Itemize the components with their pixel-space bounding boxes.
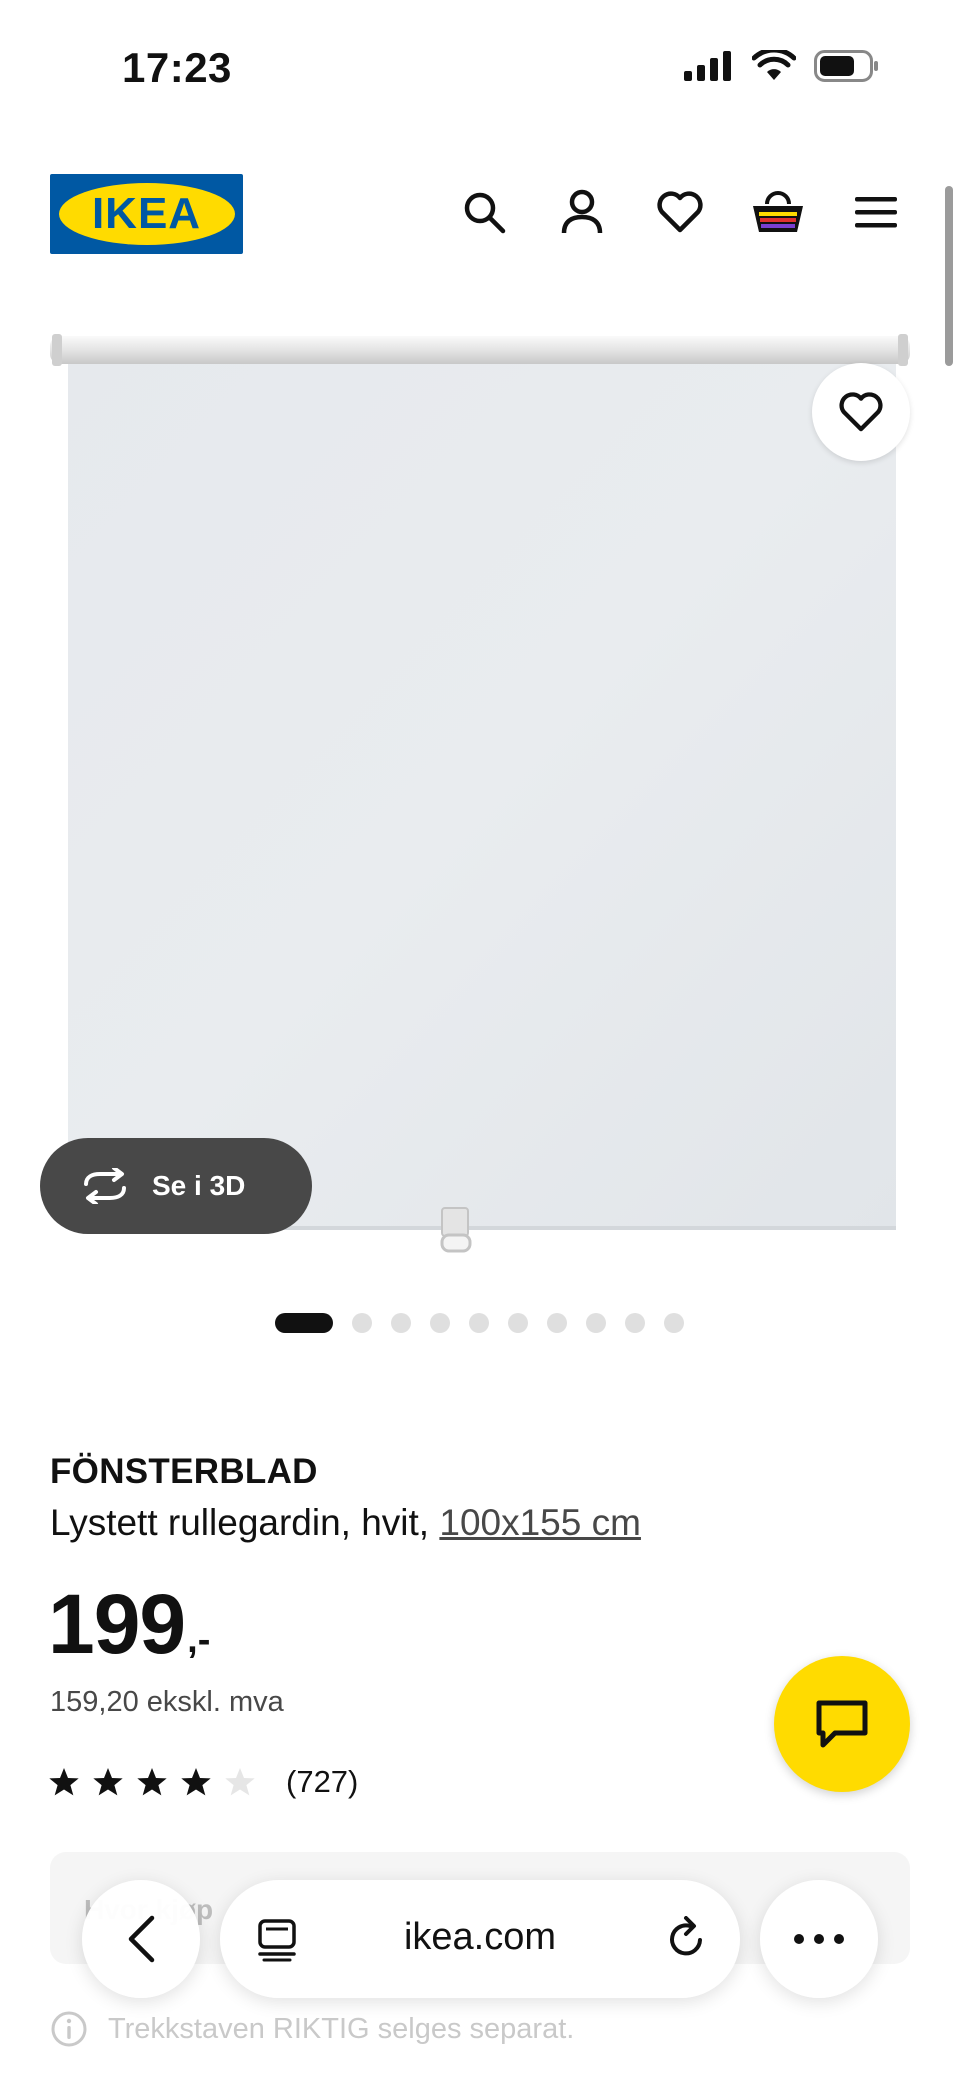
product-rating[interactable]: (727) — [48, 1764, 358, 1800]
carousel-dot[interactable] — [664, 1313, 684, 1333]
carousel-dot[interactable] — [391, 1313, 411, 1333]
info-icon — [51, 2011, 87, 2047]
info-notice: Trekkstaven RIKTIG selges separat. — [50, 2010, 574, 2048]
product-name: FÖNSTERBLAD — [50, 1452, 318, 1491]
heart-icon — [839, 392, 883, 432]
carousel-dot[interactable] — [508, 1313, 528, 1333]
ikea-logo[interactable]: IKEA — [50, 174, 243, 254]
chat-button[interactable] — [774, 1656, 910, 1792]
chevron-left-icon — [128, 1915, 155, 1963]
chat-icon — [816, 1700, 868, 1748]
info-text: Trekkstaven RIKTIG selges separat. — [108, 2012, 575, 2045]
carousel-dot[interactable] — [547, 1313, 567, 1333]
carousel-dots — [275, 1313, 684, 1333]
price-excl-vat: 159,20 ekskl. mva — [50, 1686, 284, 1718]
search-icon[interactable] — [456, 184, 512, 240]
product-description-text: Lystett rullegardin, hvit, — [50, 1502, 440, 1543]
carousel-dot[interactable] — [352, 1313, 372, 1333]
browser-address-bar[interactable]: ikea.com — [220, 1880, 740, 1998]
product-description: Lystett rullegardin, hvit, 100x155 cm — [50, 1502, 641, 1544]
status-time: 17:23 — [122, 44, 232, 91]
price-value: 199 — [48, 1577, 186, 1671]
menu-icon[interactable] — [848, 184, 904, 240]
rotate-3d-icon — [84, 1168, 126, 1204]
see-in-3d-button[interactable]: Se i 3D — [40, 1138, 312, 1234]
basket-icon[interactable] — [750, 184, 806, 240]
status-bar: 17:23 — [0, 0, 960, 140]
page-scrollbar[interactable] — [945, 186, 953, 366]
status-icons — [684, 50, 880, 82]
reload-icon[interactable] — [666, 1916, 708, 1962]
rating-count: (727) — [286, 1764, 359, 1799]
carousel-dot[interactable] — [469, 1313, 489, 1333]
account-icon[interactable] — [554, 184, 610, 240]
star-empty-icon — [225, 1768, 255, 1796]
battery-icon — [814, 50, 878, 82]
see-in-3d-label: Se i 3D — [152, 1170, 246, 1201]
product-price: 199 ,- — [48, 1582, 210, 1666]
product-size-link[interactable]: 100x155 cm — [439, 1502, 641, 1543]
carousel-dot[interactable] — [625, 1313, 645, 1333]
heart-icon[interactable] — [652, 184, 708, 240]
star-filled-icon — [49, 1768, 79, 1796]
header-icons — [456, 184, 904, 240]
price-suffix: ,- — [187, 1619, 211, 1661]
carousel-dot-active[interactable] — [275, 1313, 333, 1333]
browser-back-button[interactable] — [82, 1880, 200, 1998]
more-icon — [794, 1934, 844, 1944]
star-filled-icon — [137, 1768, 167, 1796]
image-favorite-button[interactable] — [812, 363, 910, 461]
url-text: ikea.com — [403, 1916, 557, 1958]
logo-ellipse: IKEA — [58, 183, 235, 245]
carousel-dot[interactable] — [430, 1313, 450, 1333]
star-filled-icon — [181, 1768, 211, 1796]
wifi-icon — [752, 50, 796, 80]
signal-icon — [684, 51, 731, 81]
logo-text: IKEA — [91, 189, 202, 238]
browser-more-button[interactable] — [760, 1880, 878, 1998]
star-filled-icon — [93, 1768, 123, 1796]
site-header: IKEA — [0, 160, 960, 270]
carousel-dot[interactable] — [586, 1313, 606, 1333]
product-image[interactable] — [50, 320, 910, 1260]
